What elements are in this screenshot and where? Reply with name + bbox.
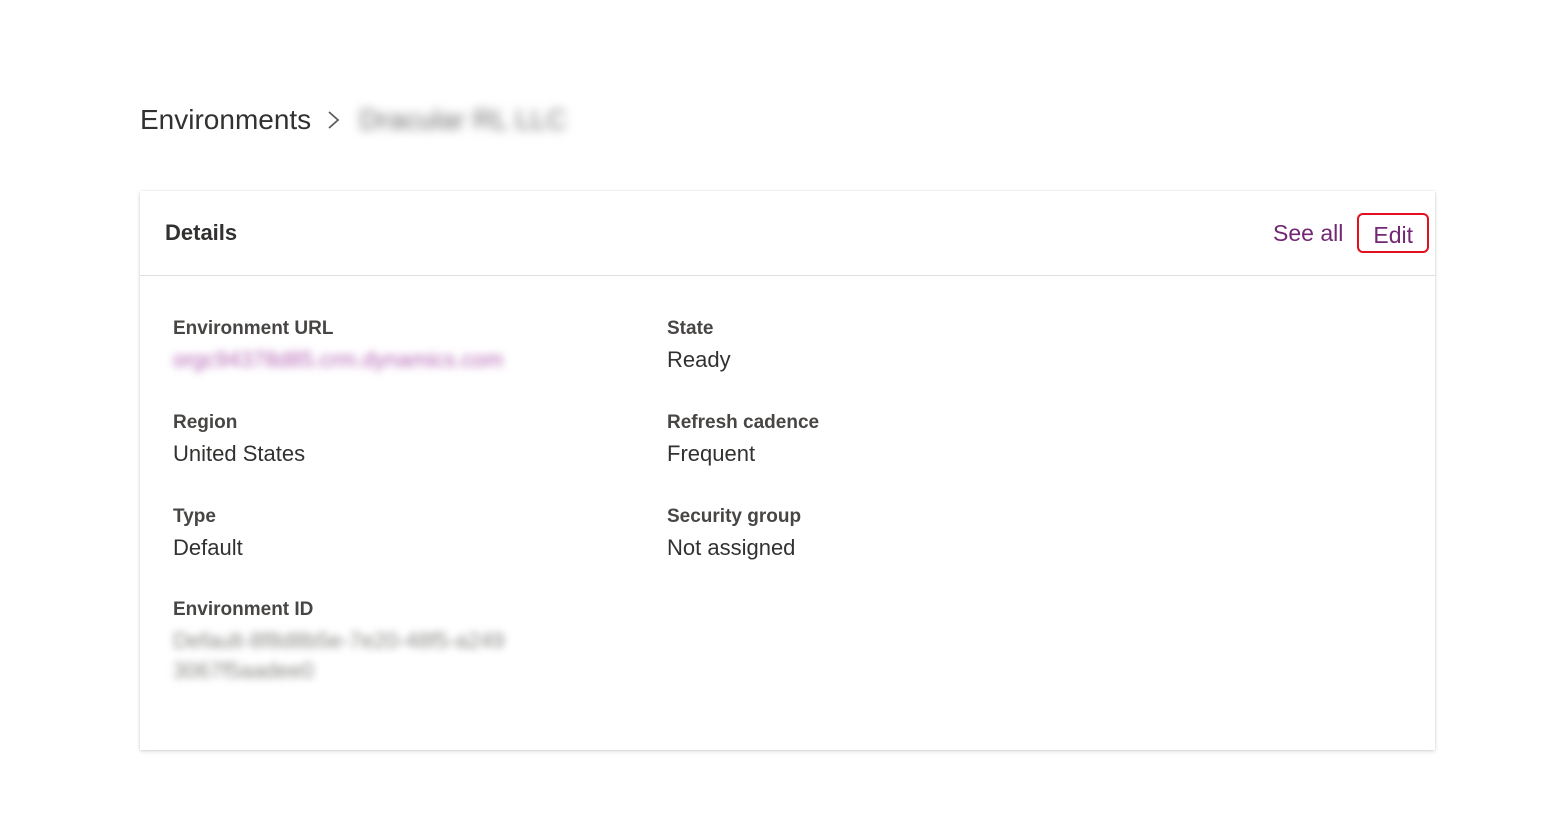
field-security-group: Security group Not assigned (667, 505, 801, 563)
environment-id-line-2: 3067f5aadee0 (173, 658, 314, 683)
see-all-button[interactable]: See all (1259, 213, 1357, 253)
details-title: Details (165, 220, 238, 245)
field-value: Default (173, 535, 243, 560)
field-value: United States (173, 441, 306, 466)
field-refresh-cadence: Refresh cadence Frequent (667, 411, 819, 469)
environment-id-value: Default-8f8d8b5e-7e20-48f5-a249 3067f5aa… (173, 626, 553, 686)
field-label: Type (173, 506, 216, 527)
details-actions: See all Edit (1259, 213, 1429, 253)
field-label: Security group (667, 506, 802, 527)
chevron-right-icon (327, 108, 341, 132)
field-type: Type Default (173, 505, 243, 563)
field-region: Region United States (173, 411, 305, 469)
environment-id-line-1: Default-8f8d8b5e-7e20-48f5-a249 (173, 628, 505, 653)
details-card-header: Details See all Edit (140, 191, 1435, 276)
field-value: Ready (667, 347, 731, 372)
field-environment-url: Environment URL orgc94378d85.crm.dynamic… (173, 317, 503, 375)
breadcrumb: Environments Dracular RL LLC (140, 98, 567, 142)
field-state: State Ready (667, 317, 731, 375)
environment-url-link[interactable]: orgc94378d85.crm.dynamics.com (173, 345, 503, 375)
environment-details-page: Environments Dracular RL LLC Details See… (0, 0, 1555, 840)
breadcrumb-environments-link[interactable]: Environments (140, 104, 311, 136)
field-label: State (667, 318, 714, 339)
details-card: Details See all Edit Environment URL org… (140, 191, 1435, 750)
field-environment-id: Environment ID Default-8f8d8b5e-7e20-48f… (173, 598, 553, 686)
breadcrumb-current-environment: Dracular RL LLC (359, 104, 567, 135)
field-value: Frequent (667, 441, 756, 466)
field-label: Environment ID (173, 599, 314, 620)
field-label: Environment URL (173, 318, 334, 339)
field-label: Refresh cadence (667, 412, 820, 433)
edit-button[interactable]: Edit (1357, 213, 1429, 253)
field-label: Region (173, 412, 238, 433)
field-value: Not assigned (667, 535, 796, 560)
